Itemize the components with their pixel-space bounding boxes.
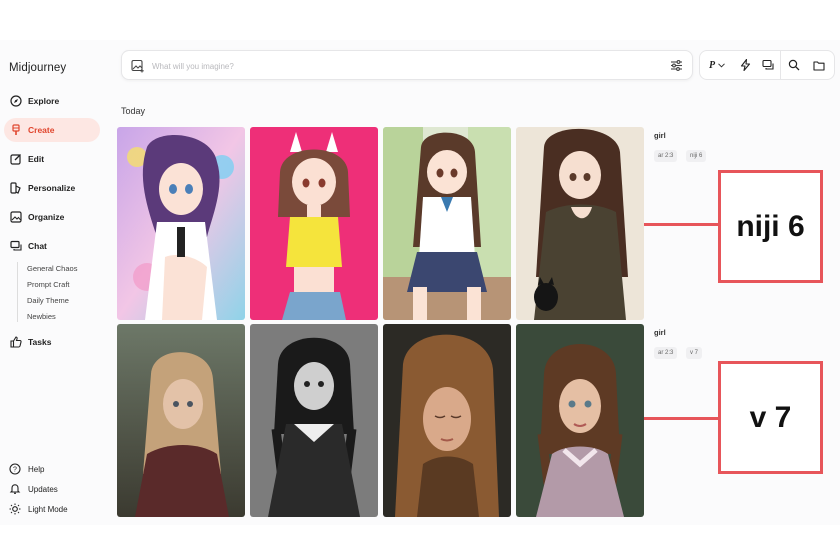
generated-image[interactable] [516, 324, 644, 517]
chat-tree-line [17, 262, 18, 322]
personalize-label: P [708, 59, 716, 71]
compass-icon [10, 95, 22, 107]
generated-image[interactable] [117, 127, 245, 320]
prompt-text[interactable]: girl [654, 328, 666, 337]
param-tag[interactable]: v 7 [686, 347, 703, 359]
prompt-text[interactable]: girl [654, 131, 666, 140]
param-tag[interactable]: niji 6 [686, 150, 707, 162]
light-mode-label: Light Mode [28, 504, 68, 514]
thumbs-up-icon [10, 336, 22, 348]
chat-room-general-chaos[interactable]: General Chaos [27, 264, 77, 273]
sidebar-item-chat[interactable]: Chat [4, 234, 100, 258]
folder-button[interactable] [807, 50, 831, 80]
param-tag[interactable]: ar 2:3 [654, 150, 678, 162]
sidebar-item-label: Edit [28, 154, 45, 164]
help-link[interactable]: ? Help [9, 463, 44, 475]
settings-sliders-icon[interactable] [670, 59, 683, 72]
folder-icon [813, 60, 825, 71]
annotation-callout: v 7 [718, 361, 823, 474]
chat-icon [10, 240, 22, 252]
help-label: Help [28, 464, 45, 474]
brand-logo[interactable]: Midjourney [9, 62, 66, 74]
search-icon [788, 59, 800, 71]
chat-room-daily-theme[interactable]: Daily Theme [27, 296, 69, 305]
callout-connector [644, 223, 719, 226]
generated-image[interactable] [383, 127, 511, 320]
sidebar-item-label: Organize [28, 212, 65, 222]
sidebar-item-explore[interactable]: Explore [4, 89, 100, 113]
sun-icon [9, 503, 21, 515]
callout-connector [644, 417, 719, 420]
annotation-label: v 7 [749, 400, 792, 434]
chevron-down-icon [718, 62, 725, 68]
sidebar-item-organize[interactable]: Organize [4, 205, 100, 229]
palette-icon [10, 182, 22, 194]
prompt-bar [121, 50, 693, 80]
light-mode-toggle[interactable]: Light Mode [9, 503, 68, 515]
sidebar-item-tasks[interactable]: Tasks [4, 330, 100, 354]
sidebar-item-label: Chat [28, 241, 47, 251]
personalize-dropdown[interactable]: P [700, 50, 734, 80]
image-upload-icon[interactable] [131, 59, 145, 73]
annotation-label: niji 6 [736, 209, 805, 243]
sidebar-item-label: Explore [28, 96, 60, 106]
chat-icon [762, 59, 774, 71]
chat-room-newbies[interactable]: Newbies [27, 312, 56, 321]
lightning-icon [740, 59, 751, 71]
prompt-input[interactable] [152, 57, 652, 75]
updates-link[interactable]: Updates [9, 483, 58, 495]
chat-mode-button[interactable] [756, 50, 780, 80]
chat-room-prompt-craft[interactable]: Prompt Craft [27, 280, 70, 289]
generated-image[interactable] [117, 324, 245, 517]
annotation-callout: niji 6 [718, 170, 823, 283]
toolbar: P [699, 50, 835, 80]
help-icon: ? [9, 463, 21, 475]
sidebar-item-label: Create [28, 125, 55, 135]
sidebar-item-label: Tasks [28, 337, 52, 347]
param-tag[interactable]: ar 2:3 [654, 347, 678, 359]
section-title: Today [121, 106, 146, 116]
generated-image[interactable] [383, 324, 511, 517]
search-button[interactable] [781, 50, 807, 80]
generated-image[interactable] [250, 324, 378, 517]
generated-image[interactable] [516, 127, 644, 320]
svg-text:?: ? [13, 467, 17, 474]
bell-icon [9, 483, 21, 495]
sidebar-item-create[interactable]: Create [4, 118, 100, 142]
image-icon [10, 211, 22, 223]
generated-image[interactable] [250, 127, 378, 320]
brush-icon [10, 124, 22, 136]
sidebar-item-label: Personalize [28, 183, 76, 193]
edit-icon [10, 153, 22, 165]
updates-label: Updates [28, 484, 58, 494]
sidebar-item-personalize[interactable]: Personalize [4, 176, 100, 200]
sidebar-item-edit[interactable]: Edit [4, 147, 100, 171]
speed-button[interactable] [734, 50, 756, 80]
